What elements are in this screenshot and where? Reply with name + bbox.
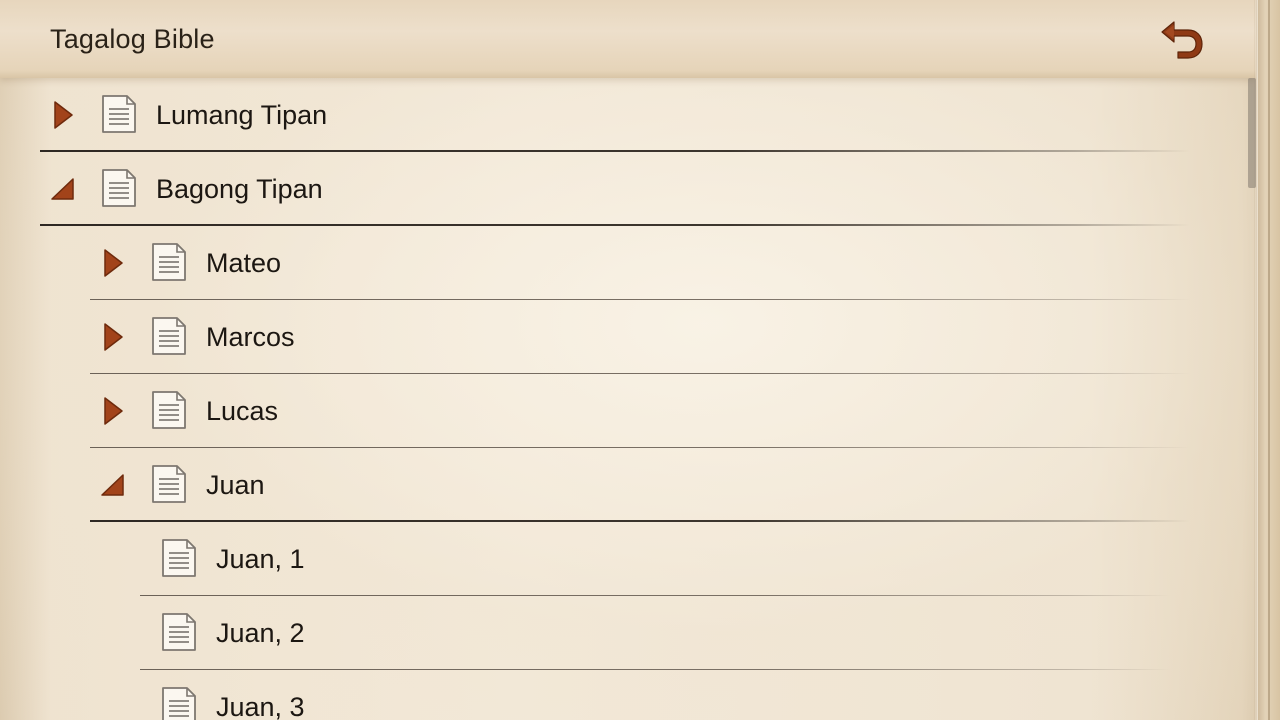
document-icon bbox=[150, 390, 188, 430]
tree-item-juan-3[interactable]: Juan, 3 bbox=[140, 670, 1170, 720]
document-icon bbox=[160, 686, 198, 720]
expand-arrow-icon[interactable] bbox=[98, 317, 128, 357]
page-edge-line bbox=[1268, 0, 1270, 720]
tree-item-juan[interactable]: Juan bbox=[90, 448, 1190, 522]
expand-arrow-icon[interactable] bbox=[98, 391, 128, 431]
tree-item-lucas[interactable]: Lucas bbox=[90, 374, 1190, 448]
tree-item-label: Juan, 3 bbox=[216, 692, 305, 720]
document-icon bbox=[100, 94, 138, 134]
document-icon bbox=[100, 168, 138, 208]
expand-arrow-icon[interactable] bbox=[48, 95, 78, 135]
book-tree: Lumang Tipan Bagong Tipan Mateo Marcos L… bbox=[0, 78, 1256, 720]
document-icon bbox=[160, 538, 198, 578]
back-button[interactable] bbox=[1156, 16, 1208, 62]
tree-item-label: Juan bbox=[206, 470, 265, 500]
tree-item-label: Juan, 1 bbox=[216, 544, 305, 574]
document-icon bbox=[150, 464, 188, 504]
collapse-arrow-icon[interactable] bbox=[48, 169, 78, 209]
tree-item-label: Bagong Tipan bbox=[156, 174, 323, 204]
app-header: Tagalog Bible bbox=[0, 0, 1256, 78]
tree-item-juan-1[interactable]: Juan, 1 bbox=[140, 522, 1170, 596]
document-icon bbox=[150, 316, 188, 356]
tree-item-label: Lucas bbox=[206, 396, 279, 426]
tree-item-mateo[interactable]: Mateo bbox=[90, 226, 1190, 300]
document-icon bbox=[160, 612, 198, 652]
tree-item-lumang-tipan[interactable]: Lumang Tipan bbox=[40, 78, 1190, 152]
document-icon bbox=[150, 242, 188, 282]
tree-item-juan-2[interactable]: Juan, 2 bbox=[140, 596, 1170, 670]
app-title: Tagalog Bible bbox=[50, 24, 215, 54]
undo-arrow-icon bbox=[1161, 21, 1203, 59]
scrollbar-thumb[interactable] bbox=[1248, 78, 1256, 188]
tree-item-label: Marcos bbox=[206, 322, 295, 352]
app-window: Tagalog Bible Lumang Tipan Bagong Tipan … bbox=[0, 0, 1280, 720]
tree-item-label: Lumang Tipan bbox=[156, 100, 328, 130]
tree-item-bagong-tipan[interactable]: Bagong Tipan bbox=[40, 152, 1190, 226]
collapse-arrow-icon[interactable] bbox=[98, 465, 128, 505]
expand-arrow-icon[interactable] bbox=[98, 243, 128, 283]
tree-item-label: Juan, 2 bbox=[216, 618, 305, 648]
tree-item-marcos[interactable]: Marcos bbox=[90, 300, 1190, 374]
tree-item-label: Mateo bbox=[206, 248, 282, 278]
